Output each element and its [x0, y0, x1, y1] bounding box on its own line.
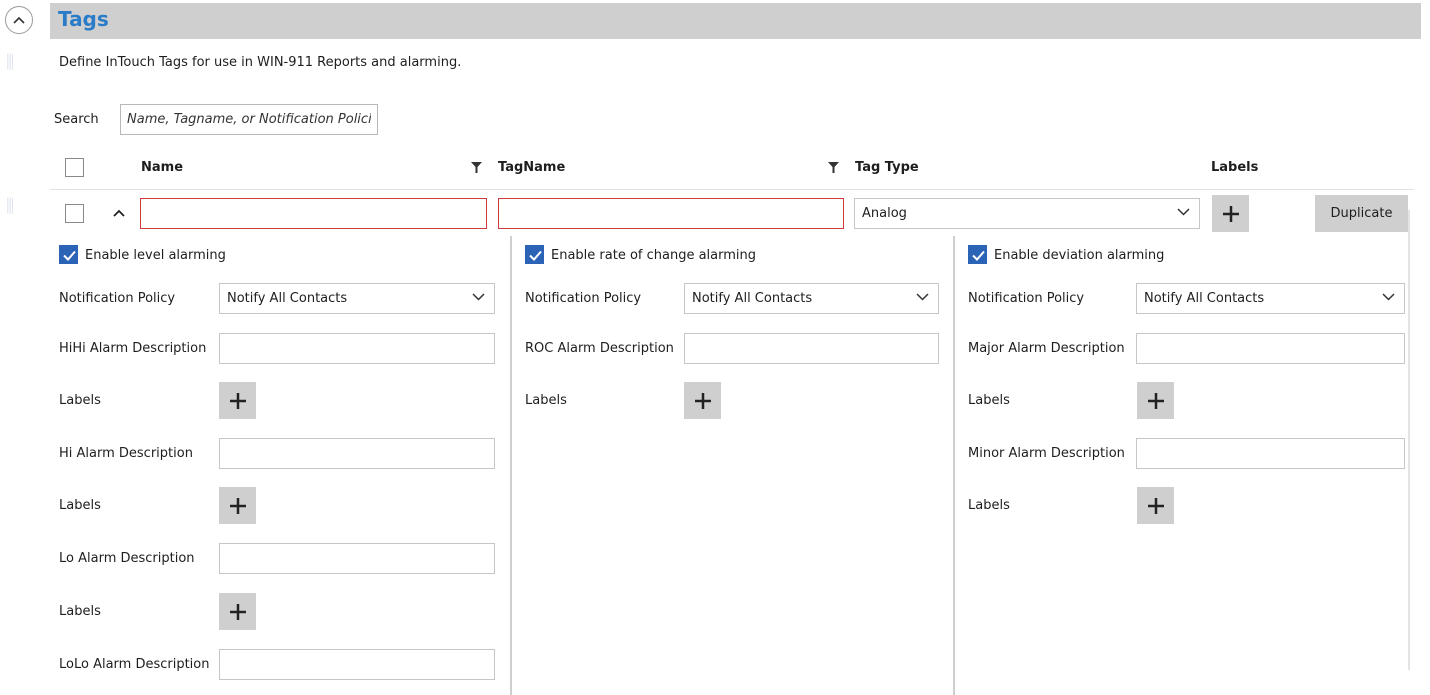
hi-description-input[interactable] — [219, 438, 495, 469]
level-policy-select[interactable]: Notify All Contacts — [219, 283, 495, 314]
lo-labels-label: Labels — [59, 604, 101, 619]
enable-level-label: Enable level alarming — [85, 248, 226, 263]
major-labels-label: Labels — [968, 393, 1010, 408]
lolo-description-label: LoLo Alarm Description — [59, 657, 210, 672]
hihi-add-label-button[interactable] — [219, 382, 256, 419]
checkmark-icon — [529, 250, 542, 261]
enable-roc-checkbox[interactable] — [525, 245, 544, 264]
header-divider — [50, 189, 1414, 190]
faded-nav-icon: ⫼ — [6, 196, 15, 217]
plus-icon — [229, 603, 246, 620]
chevron-down-icon — [1382, 293, 1395, 301]
filter-icon[interactable] — [828, 162, 839, 173]
roc-description-input[interactable] — [684, 333, 939, 364]
roc-policy-select[interactable]: Notify All Contacts — [684, 283, 939, 314]
roc-description-label: ROC Alarm Description — [525, 341, 674, 356]
lo-description-label: Lo Alarm Description — [59, 551, 195, 566]
lo-description-input[interactable] — [219, 543, 495, 574]
level-policy-value: Notify All Contacts — [227, 291, 348, 306]
section-header-bar — [50, 3, 1421, 39]
duplicate-button[interactable]: Duplicate — [1315, 195, 1408, 232]
deviation-policy-label: Notification Policy — [968, 291, 1085, 306]
roc-policy-label: Notification Policy — [525, 291, 642, 306]
hi-description-label: Hi Alarm Description — [59, 446, 193, 461]
enable-roc-label: Enable rate of change alarming — [551, 248, 757, 263]
level-policy-label: Notification Policy — [59, 291, 176, 306]
plus-icon — [1147, 497, 1164, 514]
row-checkbox[interactable] — [65, 204, 84, 223]
major-description-input[interactable] — [1136, 333, 1405, 364]
chevron-down-icon — [916, 293, 929, 301]
plus-icon — [1147, 392, 1164, 409]
deviation-policy-value: Notify All Contacts — [1144, 291, 1265, 306]
plus-icon — [229, 497, 246, 514]
chevron-up-icon — [13, 16, 25, 24]
lolo-description-input[interactable] — [219, 649, 495, 680]
plus-icon — [229, 392, 246, 409]
page-description: Define InTouch Tags for use in WIN-911 R… — [59, 55, 462, 70]
column-divider — [510, 236, 512, 695]
scrollbar-track[interactable] — [1408, 210, 1410, 670]
tag-type-select[interactable]: Analog — [854, 198, 1200, 229]
major-add-label-button[interactable] — [1137, 382, 1174, 419]
minor-add-label-button[interactable] — [1137, 487, 1174, 524]
column-header-tagname[interactable]: TagName — [498, 160, 565, 175]
hi-labels-label: Labels — [59, 498, 101, 513]
search-label: Search — [54, 112, 99, 127]
hihi-description-label: HiHi Alarm Description — [59, 341, 207, 356]
plus-icon — [1222, 205, 1239, 222]
select-all-checkbox[interactable] — [65, 158, 84, 177]
hihi-description-input[interactable] — [219, 333, 495, 364]
add-label-button[interactable] — [1212, 195, 1249, 232]
roc-add-label-button[interactable] — [684, 382, 721, 419]
checkmark-icon — [972, 250, 985, 261]
filter-icon[interactable] — [471, 162, 482, 173]
column-header-labels: Labels — [1211, 160, 1259, 175]
hi-add-label-button[interactable] — [219, 487, 256, 524]
search-input[interactable] — [120, 104, 378, 135]
chevron-up-icon[interactable] — [113, 209, 125, 217]
collapse-section-button[interactable] — [5, 6, 33, 34]
tagname-input[interactable] — [498, 198, 844, 229]
enable-deviation-label: Enable deviation alarming — [994, 248, 1165, 263]
minor-description-label: Minor Alarm Description — [968, 446, 1125, 461]
plus-icon — [694, 392, 711, 409]
enable-level-checkbox[interactable] — [59, 245, 78, 264]
column-header-tag-type[interactable]: Tag Type — [855, 160, 919, 175]
column-divider — [953, 236, 955, 695]
faded-nav-icon: ⫼ — [6, 52, 15, 73]
deviation-policy-select[interactable]: Notify All Contacts — [1136, 283, 1405, 314]
chevron-down-icon — [472, 293, 485, 301]
tag-type-value: Analog — [862, 206, 907, 221]
roc-labels-label: Labels — [525, 393, 567, 408]
hihi-labels-label: Labels — [59, 393, 101, 408]
minor-labels-label: Labels — [968, 498, 1010, 513]
page-title: Tags — [58, 7, 109, 31]
roc-policy-value: Notify All Contacts — [692, 291, 813, 306]
column-header-name[interactable]: Name — [141, 160, 183, 175]
chevron-down-icon — [1177, 208, 1190, 216]
name-input[interactable] — [140, 198, 487, 229]
major-description-label: Major Alarm Description — [968, 341, 1125, 356]
lo-add-label-button[interactable] — [219, 593, 256, 630]
minor-description-input[interactable] — [1136, 438, 1405, 469]
checkmark-icon — [63, 250, 76, 261]
enable-deviation-checkbox[interactable] — [968, 245, 987, 264]
